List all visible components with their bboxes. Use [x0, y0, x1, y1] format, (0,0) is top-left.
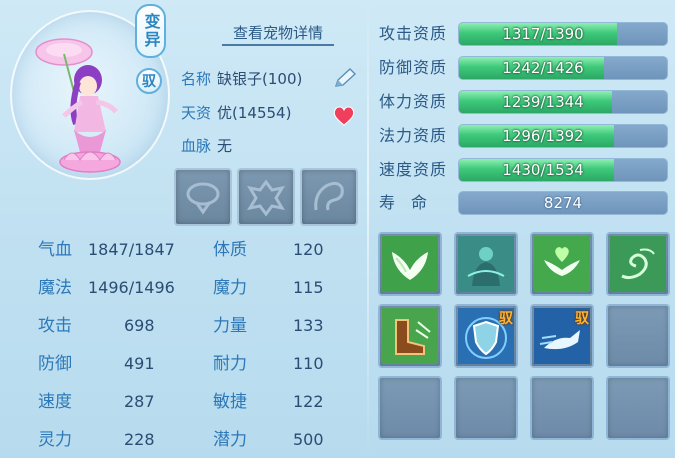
stat-constitution-value: 120	[293, 240, 324, 259]
aptitude-mana-bar: 1296/1392	[458, 124, 668, 148]
lifespan-value: 8274	[458, 191, 668, 215]
equipment-slot-charm[interactable]	[300, 168, 358, 226]
charm-slot-icon	[314, 181, 344, 211]
aptitude-mana-value: 1296/1392	[502, 127, 584, 145]
stat-endurance-label: 耐力	[213, 354, 247, 374]
wind-swirl-icon	[610, 236, 666, 292]
stat-magic-power: 魔力 115	[213, 276, 324, 300]
skill-slot-7[interactable]: 驭	[530, 304, 594, 368]
skill-slot-2[interactable]	[454, 232, 518, 296]
aptitude-speed-value: 1430/1534	[502, 161, 584, 179]
skill-slot-6[interactable]: 驭	[454, 304, 518, 368]
stat-spirit-value: 228	[124, 430, 155, 449]
heart-wings-icon	[534, 236, 590, 292]
stat-endurance: 耐力 110	[213, 352, 324, 376]
variant-tag: 变异	[135, 4, 166, 58]
stat-defense-value: 491	[124, 354, 155, 373]
pet-talent-row: 天资 优(14554)	[181, 102, 291, 124]
skill-slot-12-empty[interactable]	[606, 376, 670, 440]
stat-agility-label: 敏捷	[213, 392, 247, 412]
pet-name-value: 缺银子(100)	[217, 70, 303, 88]
skill-slot-5[interactable]	[378, 304, 442, 368]
aptitude-attack-bar: 1317/1390	[458, 22, 668, 46]
stat-attack-value: 698	[124, 316, 155, 335]
stat-attack-label: 攻击	[38, 316, 72, 336]
ride-tag: 驭	[136, 68, 162, 94]
aptitude-defense-bar: 1242/1426	[458, 56, 668, 80]
skill-slot-11-empty[interactable]	[530, 376, 594, 440]
stat-endurance-value: 110	[293, 354, 324, 373]
stat-magic-power-label: 魔力	[213, 278, 247, 298]
aptitude-stamina-bar: 1239/1344	[458, 90, 668, 114]
stat-mp-value: 1496/1496	[88, 278, 175, 297]
pet-name-row: 名称 缺银子(100)	[181, 68, 302, 90]
view-pet-details-link[interactable]: 查看宠物详情	[222, 22, 334, 46]
spirit-silhouette-icon	[458, 236, 514, 292]
lifespan-label: 寿 命	[379, 193, 428, 212]
aptitude-speed-label: 速度资质	[379, 160, 448, 179]
stat-defense-label: 防御	[38, 354, 72, 374]
panel-divider	[367, 0, 369, 458]
stat-speed-value: 287	[124, 392, 155, 411]
stat-spirit: 灵力 228	[38, 428, 155, 452]
pet-bloodline-row: 血脉无	[181, 135, 232, 157]
swift-boot-icon	[382, 308, 438, 364]
stat-magic-power-value: 115	[293, 278, 324, 297]
stat-hp-label: 气血	[38, 240, 72, 260]
stat-constitution-label: 体质	[213, 240, 247, 260]
stat-agility: 敏捷 122	[213, 390, 324, 414]
aptitude-defense-label: 防御资质	[379, 58, 448, 77]
armor-slot-icon	[246, 179, 286, 217]
stat-speed-label: 速度	[38, 392, 72, 412]
pet-talent-label: 天资	[181, 104, 212, 122]
pet-bloodline-label: 血脉	[181, 137, 212, 155]
aptitude-attack-label: 攻击资质	[379, 24, 448, 43]
stat-strength-value: 133	[293, 316, 324, 335]
stat-defense: 防御 491	[38, 352, 155, 376]
aptitude-stamina-value: 1239/1344	[502, 93, 584, 111]
stat-potential-label: 潜力	[213, 430, 247, 450]
pet-talent-value: 优(14554)	[217, 104, 292, 122]
aptitude-stamina-label: 体力资质	[379, 92, 448, 111]
stat-hp: 气血 1847/1847	[38, 238, 175, 262]
stat-hp-value: 1847/1847	[88, 240, 175, 259]
aptitude-mana-label: 法力资质	[379, 126, 448, 145]
stat-strength-label: 力量	[213, 316, 247, 336]
stat-mp: 魔法 1496/1496	[38, 276, 175, 300]
skill-6-ride-mark: 驭	[499, 311, 513, 327]
aptitude-attack-value: 1317/1390	[502, 25, 584, 43]
collar-slot-icon	[186, 182, 220, 215]
edit-name-icon[interactable]	[332, 66, 358, 90]
aptitude-defense-value: 1242/1426	[502, 59, 584, 77]
stat-attack: 攻击 698	[38, 314, 155, 338]
pet-bloodline-value: 无	[217, 137, 233, 155]
favorite-heart-icon[interactable]	[331, 104, 357, 128]
equipment-slot-armor[interactable]	[237, 168, 295, 226]
stat-mp-label: 魔法	[38, 278, 72, 298]
stat-potential-value: 500	[293, 430, 324, 449]
stat-agility-value: 122	[293, 392, 324, 411]
aptitude-speed-bar: 1430/1534	[458, 158, 668, 182]
pet-name-label: 名称	[181, 70, 212, 88]
stat-potential: 潜力 500	[213, 428, 324, 452]
equipment-slot-collar[interactable]	[174, 168, 232, 226]
stat-strength: 力量 133	[213, 314, 324, 338]
skill-7-ride-mark: 驭	[575, 311, 589, 327]
skill-slot-10-empty[interactable]	[454, 376, 518, 440]
skill-slot-3[interactable]	[530, 232, 594, 296]
stat-spirit-label: 灵力	[38, 430, 72, 450]
skill-slot-1[interactable]	[378, 232, 442, 296]
skill-slot-9-empty[interactable]	[378, 376, 442, 440]
angel-wings-icon	[382, 236, 438, 292]
stat-speed: 速度 287	[38, 390, 155, 414]
skill-slot-4[interactable]	[606, 232, 670, 296]
skill-slot-8-empty[interactable]	[606, 304, 670, 368]
stat-constitution: 体质 120	[213, 238, 324, 262]
